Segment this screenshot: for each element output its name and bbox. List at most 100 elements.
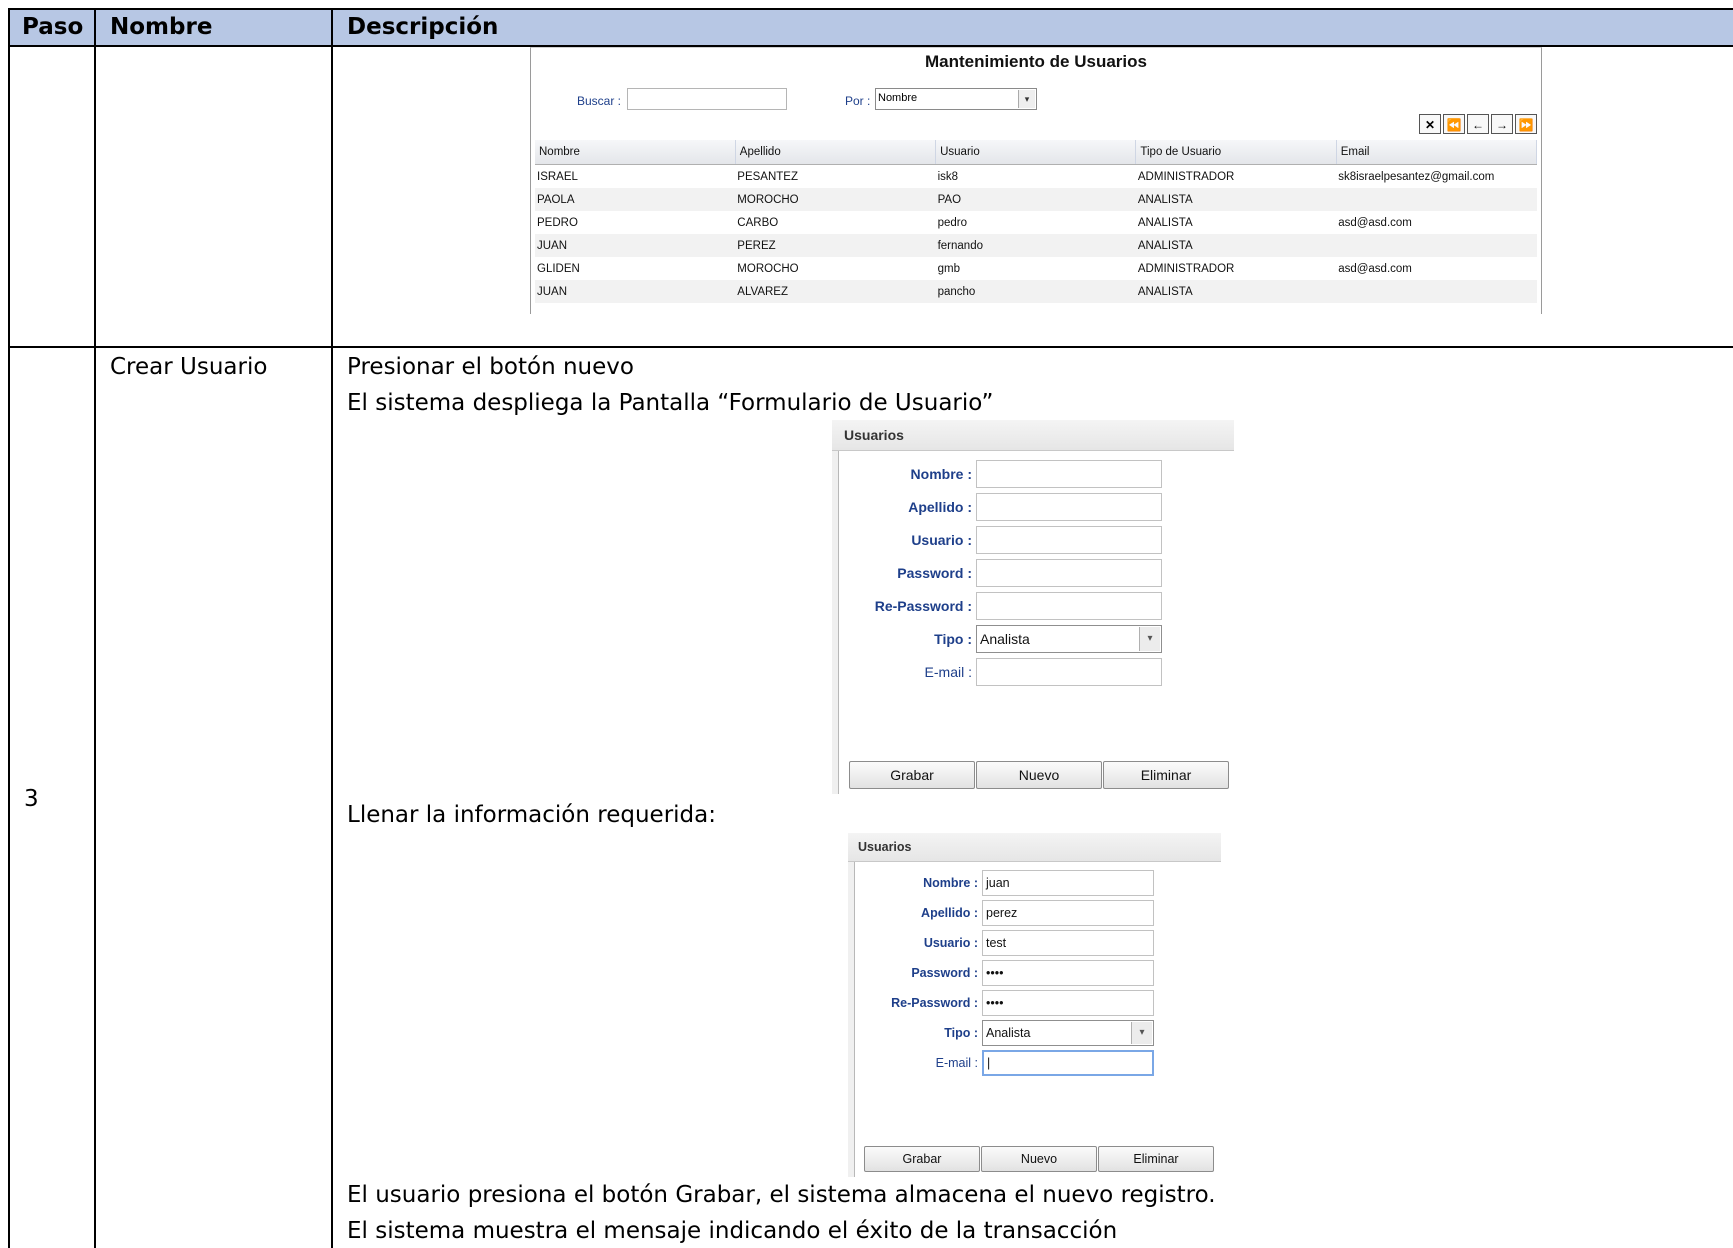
usuarios-grid: Nombre Apellido Usuario Tipo de Usuario … [535, 140, 1538, 303]
step-name: Crear Usuario [110, 354, 268, 380]
table-row[interactable]: JUAN ALVAREZ pancho ANALISTA [535, 280, 1537, 303]
header-descripcion: Descripción [347, 14, 499, 40]
cell-usuario: pancho [935, 280, 1136, 303]
step-number: 3 [24, 786, 39, 812]
cell-apellido: ALVAREZ [735, 280, 936, 303]
tipo-select[interactable]: Analista ▾ [982, 1020, 1154, 1046]
tipo-select[interactable]: Analista ▾ [976, 625, 1162, 653]
cell-usuario: PAO [935, 188, 1136, 211]
col-header-apellido[interactable]: Apellido [735, 140, 937, 165]
cell-tipo: ANALISTA [1137, 216, 1193, 229]
repassword-field[interactable]: •••• [982, 990, 1154, 1016]
cell-apellido: PESANTEZ [737, 170, 799, 183]
tipo-select-value: Analista [980, 631, 1030, 647]
cell-nombre: GLIDEN [537, 262, 580, 275]
chevron-down-icon: ▾ [1018, 90, 1035, 108]
label-apellido: Apellido : [908, 499, 972, 515]
cell-tipo: ADMINISTRADOR [1137, 170, 1235, 183]
cell-tipo: ANALISTA [1135, 280, 1337, 303]
chevron-down-icon: ▾ [1139, 627, 1160, 651]
desc-line-2: El sistema despliega la Pantalla “Formul… [347, 390, 994, 416]
email-field[interactable] [976, 658, 1162, 686]
col-header-nombre[interactable]: Nombre [535, 140, 736, 165]
email-field[interactable]: | [982, 1050, 1154, 1076]
password-field[interactable]: •••• [982, 960, 1154, 986]
cell-email [1336, 280, 1537, 303]
cell-apellido: MOROCHO [735, 188, 936, 211]
por-label: Por : [845, 94, 871, 108]
form-title: Usuarios [832, 420, 1234, 451]
cell-nombre: PAOLA [535, 188, 736, 211]
cell-usuario: isk8 [937, 170, 959, 183]
col-header-email[interactable]: Email [1336, 140, 1538, 165]
header-nombre: Nombre [110, 14, 213, 40]
prev-page-icon[interactable]: ← [1467, 114, 1489, 134]
pager-toolbar: ✕ ⏪ ← → ⏩ [1419, 114, 1537, 134]
table-border-top [8, 8, 1733, 10]
cell-nombre: JUAN [535, 234, 736, 257]
form-title: Usuarios [848, 833, 1221, 862]
cell-apellido: PEREZ [735, 234, 936, 257]
label-nombre: Nombre : [923, 876, 978, 890]
cell-nombre: PEDRO [537, 216, 578, 229]
col-header-usuario[interactable]: Usuario [935, 140, 1137, 165]
label-tipo: Tipo : [944, 1026, 978, 1040]
grabar-button[interactable]: Grabar [849, 761, 975, 789]
cell-nombre: JUAN [535, 280, 736, 303]
cell-apellido: CARBO [737, 216, 779, 229]
table-border-col2 [331, 8, 333, 1248]
col-header-tipo[interactable]: Tipo de Usuario [1135, 140, 1337, 165]
header-paso: Paso [22, 14, 84, 40]
apellido-field[interactable] [976, 493, 1162, 521]
grid-header-row: Nombre Apellido Usuario Tipo de Usuario … [535, 140, 1538, 165]
usuario-field[interactable]: test [982, 930, 1154, 956]
cell-tipo: ADMINISTRADOR [1137, 262, 1235, 275]
cell-email: asd@asd.com [1338, 216, 1412, 229]
label-apellido: Apellido : [921, 906, 978, 920]
buscar-input[interactable] [627, 88, 787, 110]
table-row[interactable]: ISRAEL PESANTEZ isk8 ADMINISTRADOR sk8is… [535, 165, 1537, 189]
tipo-select-value: Analista [986, 1026, 1031, 1040]
usuarios-form-empty: Usuarios Nombre : Apellido : Usuario : P… [832, 420, 1234, 794]
label-tipo: Tipo : [934, 631, 972, 647]
nuevo-button[interactable]: Nuevo [976, 761, 1102, 789]
mantenimiento-usuarios-screenshot: Mantenimiento de Usuarios Buscar : Por :… [530, 47, 1542, 314]
nuevo-button[interactable]: Nuevo [981, 1146, 1097, 1172]
eliminar-button[interactable]: Eliminar [1098, 1146, 1214, 1172]
por-select[interactable]: Nombre ▾ [875, 88, 1037, 110]
label-email: E-mail : [924, 664, 972, 680]
next-page-icon[interactable]: → [1491, 114, 1513, 134]
table-row[interactable]: PAOLA MOROCHO PAO ANALISTA [535, 188, 1537, 211]
label-password: Password : [897, 565, 972, 581]
nombre-field[interactable] [976, 460, 1162, 488]
close-icon[interactable]: ✕ [1419, 114, 1441, 134]
table-row[interactable]: GLIDEN MOROCHO gmb ADMINISTRADOR asd@asd… [535, 257, 1537, 280]
desc-line-5: El sistema muestra el mensaje indicando … [347, 1218, 1118, 1244]
chevron-down-icon: ▾ [1131, 1022, 1152, 1044]
cell-tipo: ANALISTA [1135, 234, 1337, 257]
table-row[interactable]: PEDRO CARBO pedro ANALISTA asd@asd.com [535, 211, 1537, 234]
table-border-left [8, 8, 10, 1248]
apellido-field[interactable]: perez [982, 900, 1154, 926]
eliminar-button[interactable]: Eliminar [1103, 761, 1229, 789]
label-email: E-mail : [935, 1056, 978, 1070]
cell-email [1336, 234, 1537, 257]
cell-tipo: ANALISTA [1135, 188, 1337, 211]
cell-usuario: pedro [937, 216, 968, 229]
por-select-value: Nombre [878, 92, 918, 104]
nombre-field[interactable]: juan [982, 870, 1154, 896]
label-nombre: Nombre : [910, 466, 972, 482]
password-field[interactable] [976, 559, 1162, 587]
label-repassword: Re-Password : [874, 598, 972, 614]
table-row[interactable]: JUAN PEREZ fernando ANALISTA [535, 234, 1537, 257]
cell-usuario: fernando [935, 234, 1136, 257]
table-border-col1 [94, 8, 96, 1248]
grabar-button[interactable]: Grabar [864, 1146, 980, 1172]
last-page-icon[interactable]: ⏩ [1515, 114, 1537, 134]
first-page-icon[interactable]: ⏪ [1443, 114, 1465, 134]
usuario-field[interactable] [976, 526, 1162, 554]
buscar-label: Buscar : [577, 94, 622, 108]
mantenimiento-title: Mantenimiento de Usuarios [925, 52, 1147, 71]
cell-email [1336, 188, 1537, 211]
repassword-field[interactable] [976, 592, 1162, 620]
